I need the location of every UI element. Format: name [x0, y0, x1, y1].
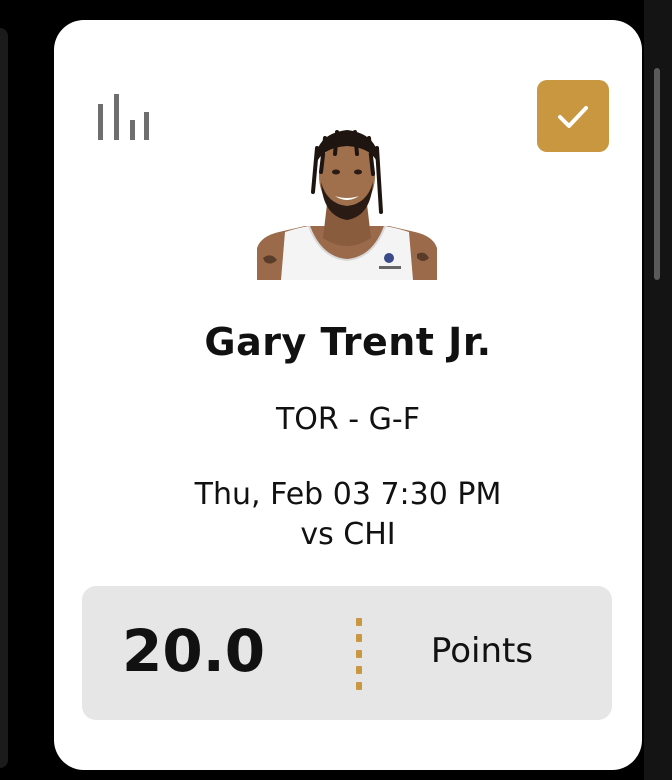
- projection-box: 20.0 Points: [82, 586, 612, 720]
- bar-chart-icon[interactable]: [98, 94, 152, 140]
- player-projection-card[interactable]: Gary Trent Jr. TOR - G-F Thu, Feb 03 7:3…: [54, 20, 642, 770]
- dotted-divider: [356, 618, 362, 690]
- checkmark-icon: [558, 106, 588, 128]
- game-datetime: Thu, Feb 03 7:30 PM: [194, 477, 502, 512]
- selected-check-button[interactable]: [537, 80, 609, 152]
- previous-card-edge[interactable]: [0, 28, 8, 768]
- team-position: TOR - G-F: [275, 402, 420, 437]
- game-opponent: vs CHI: [300, 517, 396, 552]
- player-photo-illustration: [257, 130, 437, 280]
- projection-value: 20.0: [122, 617, 266, 685]
- player-headshot: [257, 108, 437, 280]
- scrollbar[interactable]: [654, 68, 660, 280]
- player-name: Gary Trent Jr.: [204, 320, 492, 364]
- stat-label: Points: [430, 631, 534, 671]
